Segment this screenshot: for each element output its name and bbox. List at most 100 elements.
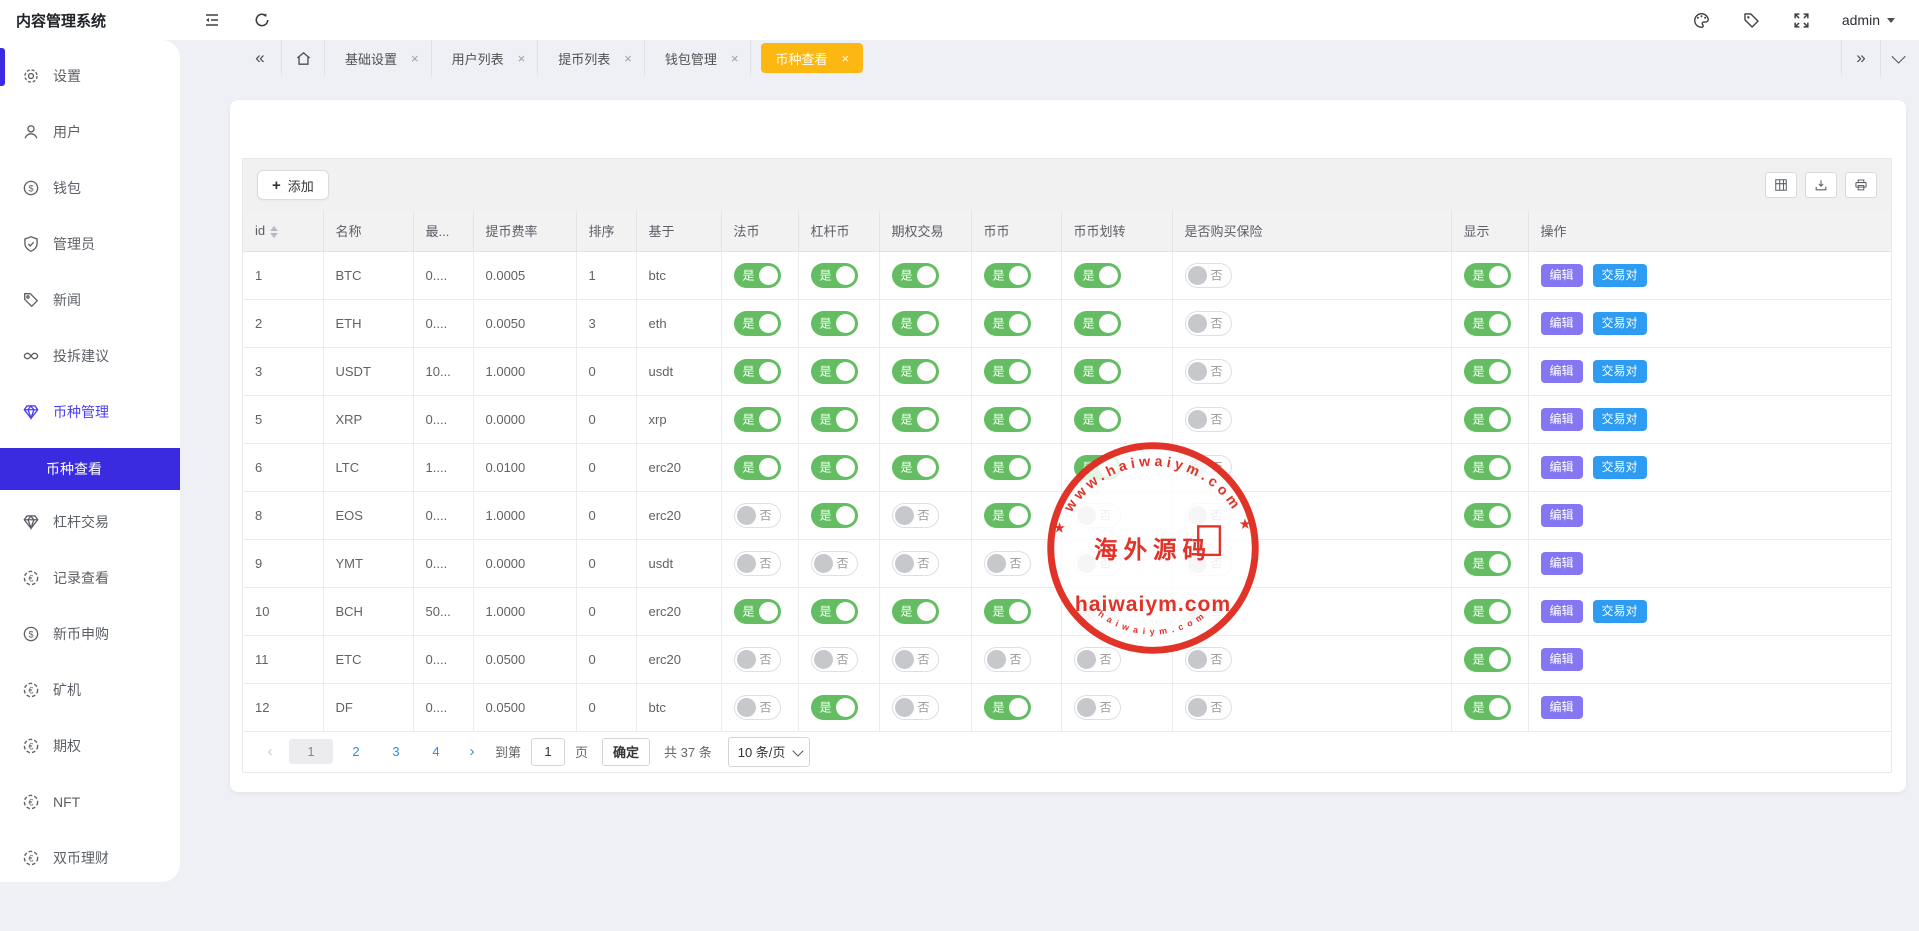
sidebar-scrollbar-thumb[interactable] bbox=[0, 48, 5, 86]
tab-user-list[interactable]: 用户列表× bbox=[432, 40, 539, 76]
page-number-3[interactable]: 3 bbox=[379, 740, 413, 763]
coin-toggle[interactable]: 是 bbox=[984, 311, 1031, 336]
lever-toggle[interactable]: 是 bbox=[811, 599, 858, 624]
tag-icon[interactable] bbox=[1742, 10, 1762, 30]
show-toggle[interactable]: 是 bbox=[1464, 695, 1511, 720]
show-toggle[interactable]: 是 bbox=[1464, 455, 1511, 480]
page-number-2[interactable]: 2 bbox=[339, 740, 373, 763]
show-toggle[interactable]: 是 bbox=[1464, 359, 1511, 384]
lever-toggle[interactable]: 是 bbox=[811, 695, 858, 720]
trading-pair-button[interactable]: 交易对 bbox=[1593, 360, 1647, 383]
sidebar-subitem-coin-view[interactable]: 币种查看 bbox=[0, 448, 180, 490]
coin-toggle[interactable]: 否 bbox=[984, 647, 1031, 672]
close-tab-icon[interactable]: × bbox=[624, 52, 632, 65]
coin-toggle[interactable]: 否 bbox=[984, 551, 1031, 576]
tab-wallet-manage[interactable]: 钱包管理× bbox=[645, 40, 752, 76]
edit-button[interactable]: 编辑 bbox=[1541, 504, 1583, 527]
transfer-toggle[interactable]: 否 bbox=[1074, 551, 1121, 576]
option-toggle[interactable]: 是 bbox=[892, 263, 939, 288]
option-toggle[interactable]: 是 bbox=[892, 455, 939, 480]
show-toggle[interactable]: 是 bbox=[1464, 647, 1511, 672]
transfer-toggle[interactable]: 是 bbox=[1074, 407, 1121, 432]
refresh-icon[interactable] bbox=[252, 10, 272, 30]
fiat-toggle[interactable]: 否 bbox=[734, 647, 781, 672]
sidebar-item-admins[interactable]: 管理员 bbox=[0, 224, 180, 264]
tabs-scroll-left-button[interactable]: « bbox=[238, 40, 282, 76]
sidebar-item-new-coin[interactable]: $新币申购 bbox=[0, 614, 180, 654]
coin-toggle[interactable]: 是 bbox=[984, 263, 1031, 288]
insurance-toggle[interactable]: 否 bbox=[1185, 455, 1232, 480]
edit-button[interactable]: 编辑 bbox=[1541, 264, 1583, 287]
fiat-toggle[interactable]: 是 bbox=[734, 599, 781, 624]
lever-toggle[interactable]: 否 bbox=[811, 551, 858, 576]
option-toggle[interactable]: 否 bbox=[892, 551, 939, 576]
lever-toggle[interactable]: 是 bbox=[811, 455, 858, 480]
page-size-select[interactable]: 10 条/页 bbox=[728, 737, 811, 767]
fiat-toggle[interactable]: 是 bbox=[734, 263, 781, 288]
fiat-toggle[interactable]: 否 bbox=[734, 695, 781, 720]
page-number-1[interactable]: 1 bbox=[289, 739, 333, 764]
transfer-toggle[interactable]: 否 bbox=[1074, 695, 1121, 720]
prev-page-button[interactable]: ‹ bbox=[257, 743, 283, 760]
transfer-toggle[interactable]: 否 bbox=[1074, 599, 1121, 624]
sidebar-item-settings[interactable]: 设置 bbox=[0, 56, 180, 96]
edit-button[interactable]: 编辑 bbox=[1541, 696, 1583, 719]
page-number-4[interactable]: 4 bbox=[419, 740, 453, 763]
sidebar-item-news[interactable]: 新闻 bbox=[0, 280, 180, 320]
option-toggle[interactable]: 是 bbox=[892, 311, 939, 336]
sidebar-item-coin-manage[interactable]: 币种管理 bbox=[0, 392, 180, 432]
option-toggle[interactable]: 是 bbox=[892, 599, 939, 624]
insurance-toggle[interactable]: 否 bbox=[1185, 647, 1232, 672]
lever-toggle[interactable]: 是 bbox=[811, 407, 858, 432]
edit-button[interactable]: 编辑 bbox=[1541, 600, 1583, 623]
filter-columns-button[interactable] bbox=[1765, 172, 1797, 198]
print-button[interactable] bbox=[1845, 172, 1877, 198]
close-tab-icon[interactable]: × bbox=[731, 52, 739, 65]
insurance-toggle[interactable]: 否 bbox=[1185, 599, 1232, 624]
coin-toggle[interactable]: 是 bbox=[984, 599, 1031, 624]
jump-page-input[interactable] bbox=[531, 738, 565, 766]
trading-pair-button[interactable]: 交易对 bbox=[1593, 456, 1647, 479]
tabs-menu-button[interactable] bbox=[1880, 40, 1919, 76]
transfer-toggle[interactable]: 是 bbox=[1074, 263, 1121, 288]
sidebar-item-miner[interactable]: €矿机 bbox=[0, 670, 180, 710]
show-toggle[interactable]: 是 bbox=[1464, 599, 1511, 624]
option-toggle[interactable]: 是 bbox=[892, 407, 939, 432]
edit-button[interactable]: 编辑 bbox=[1541, 456, 1583, 479]
home-tab[interactable] bbox=[282, 40, 325, 76]
show-toggle[interactable]: 是 bbox=[1464, 263, 1511, 288]
insurance-toggle[interactable]: 否 bbox=[1185, 311, 1232, 336]
fiat-toggle[interactable]: 是 bbox=[734, 455, 781, 480]
insurance-toggle[interactable]: 否 bbox=[1185, 695, 1232, 720]
trading-pair-button[interactable]: 交易对 bbox=[1593, 408, 1647, 431]
edit-button[interactable]: 编辑 bbox=[1541, 312, 1583, 335]
sidebar-item-records[interactable]: €记录查看 bbox=[0, 558, 180, 598]
option-toggle[interactable]: 否 bbox=[892, 503, 939, 528]
transfer-toggle[interactable]: 是 bbox=[1074, 359, 1121, 384]
fiat-toggle[interactable]: 否 bbox=[734, 503, 781, 528]
sidebar-item-option[interactable]: €期权 bbox=[0, 726, 180, 766]
sidebar-item-wallet[interactable]: $钱包 bbox=[0, 168, 180, 208]
sidebar-item-nft[interactable]: €NFT bbox=[0, 782, 180, 822]
option-toggle[interactable]: 是 bbox=[892, 359, 939, 384]
insurance-toggle[interactable]: 否 bbox=[1185, 407, 1232, 432]
transfer-toggle[interactable]: 否 bbox=[1074, 503, 1121, 528]
transfer-toggle[interactable]: 是 bbox=[1074, 311, 1121, 336]
insurance-toggle[interactable]: 否 bbox=[1185, 359, 1232, 384]
tab-withdraw-list[interactable]: 提币列表× bbox=[538, 40, 645, 76]
trading-pair-button[interactable]: 交易对 bbox=[1593, 264, 1647, 287]
tabs-scroll-right-button[interactable]: » bbox=[1841, 40, 1880, 76]
coin-toggle[interactable]: 是 bbox=[984, 407, 1031, 432]
add-button[interactable]: + 添加 bbox=[257, 170, 329, 200]
lever-toggle[interactable]: 是 bbox=[811, 359, 858, 384]
transfer-toggle[interactable]: 否 bbox=[1074, 647, 1121, 672]
coin-toggle[interactable]: 是 bbox=[984, 455, 1031, 480]
transfer-toggle[interactable]: 是 bbox=[1074, 455, 1121, 480]
coin-toggle[interactable]: 是 bbox=[984, 503, 1031, 528]
sidebar-item-feedback[interactable]: 投拆建议 bbox=[0, 336, 180, 376]
show-toggle[interactable]: 是 bbox=[1464, 311, 1511, 336]
insurance-toggle[interactable]: 否 bbox=[1185, 263, 1232, 288]
close-tab-icon[interactable]: × bbox=[518, 52, 526, 65]
confirm-page-button[interactable]: 确定 bbox=[602, 738, 650, 766]
lever-toggle[interactable]: 是 bbox=[811, 311, 858, 336]
